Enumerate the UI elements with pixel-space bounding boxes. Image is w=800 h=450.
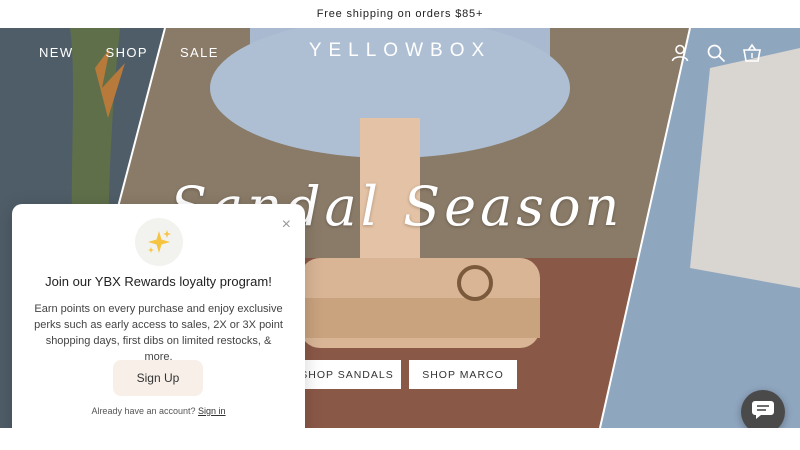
shop-marco-button[interactable]: SHOP MARCO <box>409 360 517 389</box>
account-prompt: Already have an account? Sign in <box>12 406 305 416</box>
close-icon[interactable]: × <box>282 216 291 234</box>
announcement-text: Free shipping on orders $85+ <box>316 8 484 20</box>
chat-icon <box>751 399 775 426</box>
popup-body: Earn points on every purchase and enjoy … <box>34 303 283 363</box>
sign-up-button[interactable]: Sign Up <box>113 360 203 396</box>
popup-heading: Join our YBX Rewards loyalty program! <box>45 274 272 289</box>
rewards-popup: × Join our YBX Rewards loyalty program! … <box>12 204 305 439</box>
account-icon[interactable] <box>670 43 690 63</box>
cart-icon[interactable] <box>742 43 762 63</box>
page-bottom <box>0 428 800 450</box>
announcement-bar: Free shipping on orders $85+ <box>0 0 800 28</box>
sign-in-link[interactable]: Sign in <box>198 406 226 416</box>
shop-sandals-button[interactable]: SHOP SANDALS <box>293 360 401 389</box>
header-icons <box>670 43 762 63</box>
sparkles-icon <box>135 218 183 266</box>
account-prompt-text: Already have an account? <box>91 406 196 416</box>
search-icon[interactable] <box>706 43 726 63</box>
